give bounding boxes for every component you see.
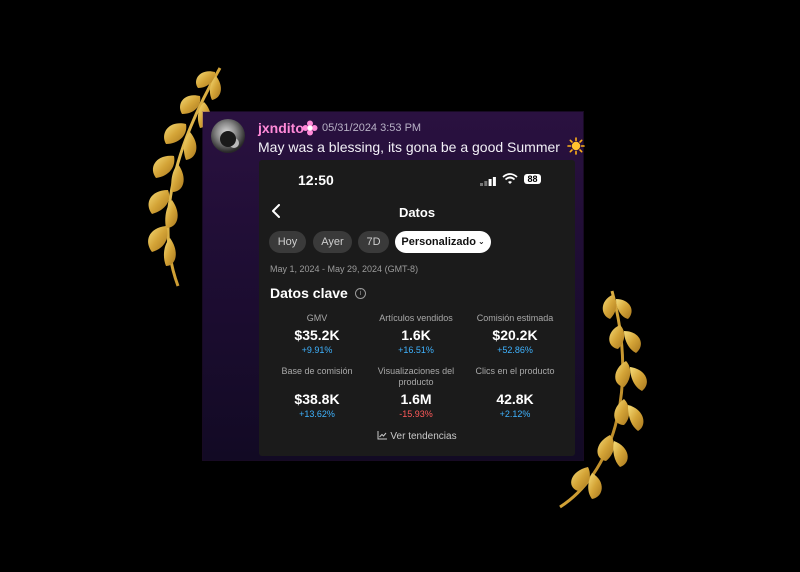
metric-delta: +52.86% [497, 345, 533, 355]
filter-chip-personalizado-label: Personalizado [401, 236, 476, 248]
battery-indicator: 88 [524, 174, 541, 184]
metric-gmv[interactable]: GMV $35.2K +9.91% [267, 313, 367, 355]
avatar[interactable] [211, 119, 245, 153]
metric-delta: -15.93% [399, 409, 433, 419]
metric-comision-estimada[interactable]: Comisión estimada $20.2K +52.86% [465, 313, 565, 355]
metric-value: $20.2K [492, 327, 538, 343]
info-icon[interactable]: i [355, 288, 366, 299]
metric-delta: +13.62% [299, 409, 335, 419]
view-trends-label: Ver tendencias [390, 431, 457, 442]
metric-label: Clics en el producto [475, 366, 555, 376]
metric-articulos-vendidos[interactable]: Artículos vendidos 1.6K +16.51% [366, 313, 466, 355]
date-range-text: May 1, 2024 - May 29, 2024 (GMT-8) [270, 264, 419, 274]
metric-label: Comisión estimada [476, 313, 554, 323]
metric-value: 42.8K [496, 391, 534, 407]
trend-chart-icon [377, 431, 388, 440]
metric-visualizaciones-del-producto[interactable]: Visualizaciones del producto 1.6M -15.93… [366, 366, 466, 419]
metric-clics-en-el-producto[interactable]: Clics en el producto 42.8K +2.12% [465, 366, 565, 419]
wifi-icon [502, 173, 518, 184]
analytics-screenshot: 12:50 88 Datos Hoy Ayer 7D Personalizado… [259, 160, 575, 456]
filter-chip-hoy[interactable]: Hoy [269, 231, 306, 253]
section-title: Datos clave [270, 285, 348, 301]
metric-label: Base de comisión [281, 366, 353, 376]
message-text: May was a blessing, its gona be a good S… [258, 139, 560, 155]
message-text-row: May was a blessing, its gona be a good S… [258, 137, 585, 155]
view-trends-link[interactable]: Ver tendencias [259, 431, 575, 442]
sun-emoji-icon [567, 137, 585, 155]
metric-delta: +2.12% [499, 409, 531, 419]
flower-badge-icon [302, 120, 318, 136]
metric-value: 1.6M [400, 391, 432, 407]
filter-chip-personalizado[interactable]: Personalizado ⌄ [395, 231, 491, 253]
status-bar-time: 12:50 [298, 172, 334, 188]
metric-base-de-comision[interactable]: Base de comisión $38.8K +13.62% [267, 366, 367, 419]
metric-value: 1.6K [401, 327, 431, 343]
filter-chip-7d[interactable]: 7D [358, 231, 389, 253]
metric-delta: +16.51% [398, 345, 434, 355]
metric-label: GMV [306, 313, 328, 323]
metric-value: $35.2K [294, 327, 340, 343]
cell-signal-icon [480, 177, 496, 186]
page-title: Datos [398, 205, 436, 220]
filter-chip-ayer[interactable]: Ayer [313, 231, 352, 253]
metric-label: Artículos vendidos [379, 313, 453, 323]
metric-delta: +9.91% [301, 345, 333, 355]
chat-message-card: jxndito 05/31/2024 3:53 PM May was a ble… [203, 112, 585, 460]
metric-value: $38.8K [294, 391, 340, 407]
username[interactable]: jxndito [258, 120, 304, 136]
metric-label: Visualizaciones del producto [377, 366, 455, 387]
chevron-down-icon: ⌄ [477, 237, 485, 246]
message-timestamp: 05/31/2024 3:53 PM [322, 122, 422, 134]
